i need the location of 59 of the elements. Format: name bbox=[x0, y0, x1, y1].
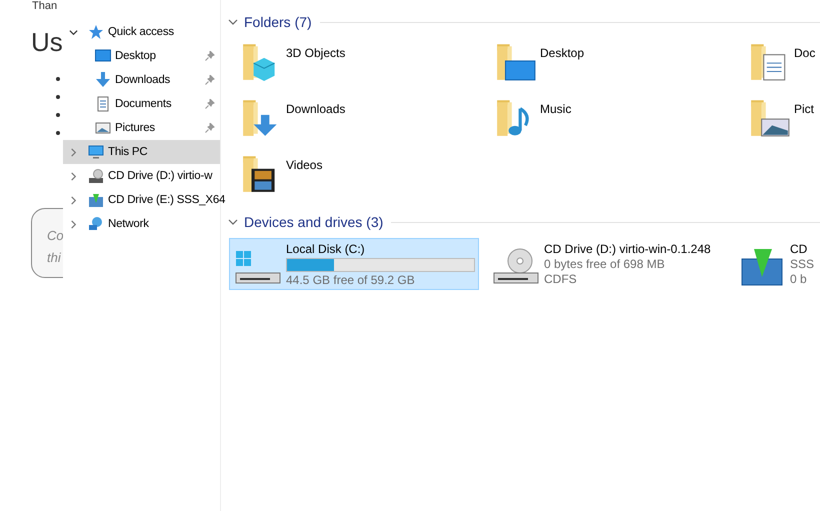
pc-icon bbox=[88, 144, 104, 160]
nav-label: Downloads bbox=[115, 74, 170, 86]
section-title: Folders (7) bbox=[244, 14, 312, 30]
folder-label: Pict bbox=[794, 102, 814, 116]
folder-label: Doc bbox=[794, 46, 816, 60]
cd-icon bbox=[88, 168, 104, 184]
drive-name: Local Disk (C:) bbox=[286, 241, 365, 257]
nav-item[interactable]: Documents bbox=[63, 92, 220, 116]
nav-label: Quick access bbox=[108, 26, 174, 38]
folder-label: Music bbox=[540, 102, 572, 116]
star-icon bbox=[88, 24, 104, 40]
drive-detail: 0 b bbox=[790, 272, 807, 287]
bullet-dot bbox=[56, 95, 60, 99]
download-icon bbox=[95, 72, 111, 88]
bullet-dot bbox=[56, 131, 60, 135]
nav-item[interactable]: Downloads bbox=[63, 68, 220, 92]
pin-icon[interactable] bbox=[205, 123, 215, 133]
nav-label: Desktop bbox=[115, 50, 156, 62]
folder-label: Videos bbox=[286, 158, 322, 172]
nav-label: Documents bbox=[115, 98, 172, 110]
pin-icon[interactable] bbox=[205, 99, 215, 109]
document-icon bbox=[95, 96, 111, 112]
pin-icon[interactable] bbox=[205, 75, 215, 85]
network-icon bbox=[88, 216, 104, 232]
bullet-dot bbox=[56, 77, 60, 81]
drive-detail: 0 bytes free of 698 MB bbox=[544, 257, 665, 272]
drive-detail: SSS bbox=[790, 257, 814, 272]
nav-label: Pictures bbox=[115, 122, 155, 134]
drive-name: CD Drive (D:) virtio-win-0.1.248 bbox=[544, 241, 711, 257]
drive-detail: CDFS bbox=[544, 272, 577, 287]
nav-label: CD Drive (D:) virtio-w bbox=[108, 170, 212, 182]
nav-item[interactable]: Quick access bbox=[63, 20, 220, 44]
page-heading: Us bbox=[31, 27, 63, 58]
drive-detail: 44.5 GB free of 59.2 GB bbox=[286, 273, 415, 288]
section-title: Devices and drives (3) bbox=[244, 214, 384, 230]
nav-item[interactable]: Desktop bbox=[63, 44, 220, 68]
nav-label: This PC bbox=[108, 146, 148, 158]
note-text: thi bbox=[47, 249, 62, 267]
page-text: Than bbox=[32, 0, 58, 12]
chevron-icon[interactable] bbox=[69, 28, 78, 36]
chevron-icon[interactable] bbox=[228, 17, 238, 27]
drive-tile[interactable]: Local Disk (C:) 44.5 GB free of 59.2 GB bbox=[229, 238, 479, 290]
install-icon bbox=[88, 192, 104, 208]
drive-name: CD bbox=[790, 241, 808, 257]
nav-item[interactable]: Pictures bbox=[63, 116, 220, 140]
nav-item[interactable]: This PC bbox=[63, 140, 220, 164]
nav-item[interactable]: Network bbox=[63, 212, 220, 236]
chevron-icon[interactable] bbox=[228, 217, 238, 227]
bullet-dot bbox=[56, 113, 60, 117]
nav-label: Network bbox=[108, 218, 149, 230]
note-text: Co bbox=[47, 227, 63, 245]
desktop-icon bbox=[95, 48, 111, 64]
pin-icon[interactable] bbox=[205, 51, 215, 61]
nav-label: CD Drive (E:) SSS_X64 bbox=[108, 194, 226, 206]
picture-icon bbox=[95, 120, 111, 136]
nav-item[interactable]: CD Drive (D:) virtio-w bbox=[63, 164, 220, 188]
folder-label: Desktop bbox=[540, 46, 584, 60]
folder-label: Downloads bbox=[286, 102, 346, 116]
folder-label: 3D Objects bbox=[286, 46, 346, 60]
